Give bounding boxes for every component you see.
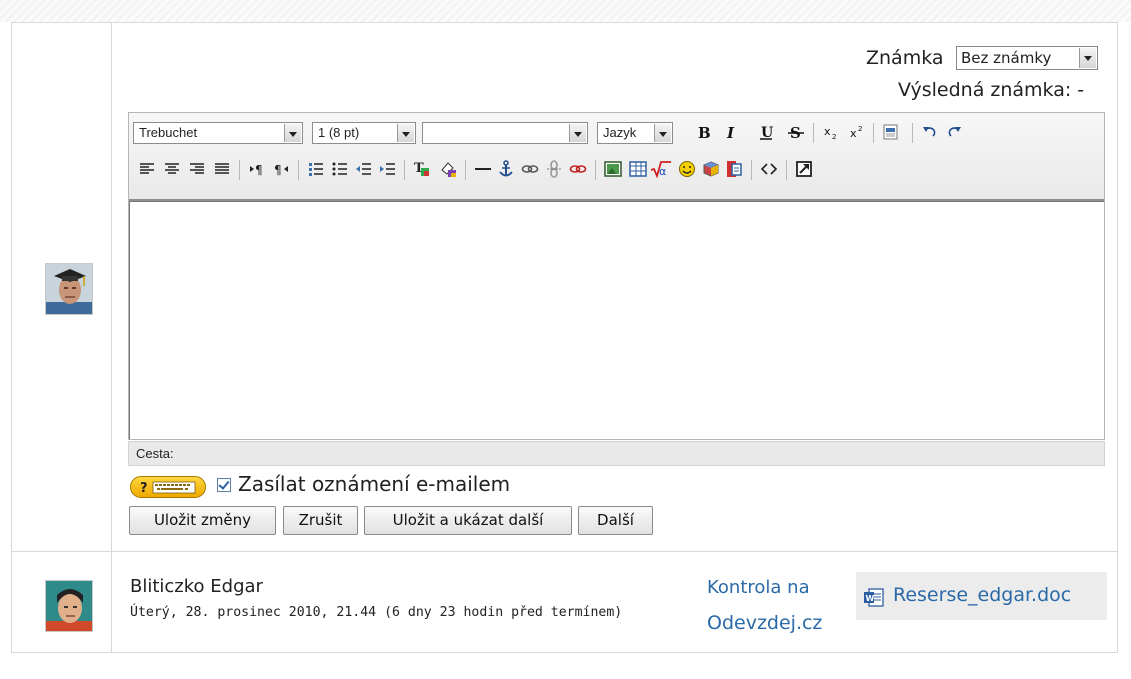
anchor-icon[interactable] (495, 158, 517, 180)
rtl-icon[interactable]: ¶ (270, 158, 292, 180)
toolbar-separator (786, 160, 787, 180)
toolbar-separator (465, 160, 466, 180)
paragraph-style-select[interactable] (422, 122, 588, 144)
redo-icon[interactable] (943, 121, 965, 143)
fullscreen-icon[interactable] (793, 158, 815, 180)
keyboard-help-icon[interactable]: ? (130, 476, 206, 498)
svg-text:¶: ¶ (274, 163, 282, 177)
student-name: Bliticzko Edgar (130, 576, 263, 597)
undo-icon[interactable] (919, 121, 941, 143)
column-divider (111, 22, 112, 653)
svg-text:I: I (726, 124, 735, 140)
cancel-button[interactable]: Zrušit (283, 506, 358, 535)
grade-select[interactable]: Bez známky (956, 46, 1098, 70)
smiley-icon[interactable] (676, 158, 698, 180)
svg-text:2: 2 (858, 125, 862, 133)
student-avatar (45, 580, 93, 632)
toolbar-separator (751, 160, 752, 180)
outdent-icon[interactable] (353, 158, 375, 180)
toolbar-separator (912, 123, 913, 143)
chevron-down-icon (284, 124, 301, 142)
link-icon[interactable] (519, 158, 541, 180)
svg-text:S: S (790, 124, 801, 140)
email-notify-label: Zasílat oznámení e-mailem (238, 472, 511, 496)
italic-icon[interactable]: I (721, 121, 743, 143)
editor-toolbar: Trebuchet 1 (8 pt) Jazyk B I U S x2 x2 ¶… (129, 113, 1104, 201)
image-icon[interactable] (602, 158, 624, 180)
search-replace-icon[interactable] (723, 158, 745, 180)
nolink-icon[interactable] (567, 158, 589, 180)
plagiarism-check-link[interactable]: Kontrola na (707, 577, 810, 598)
indent-icon[interactable] (377, 158, 399, 180)
html-source-icon[interactable] (758, 158, 780, 180)
subscript-icon[interactable]: x2 (820, 121, 842, 143)
text-color-icon[interactable]: T (411, 158, 433, 180)
final-grade: Výsledná známka: - (898, 79, 1085, 101)
toolbar-separator (404, 160, 405, 180)
svg-text:2: 2 (832, 133, 836, 140)
toolbar-separator (239, 160, 240, 180)
svg-text:?: ? (140, 481, 148, 496)
chevron-down-icon (569, 124, 586, 142)
svg-text:W: W (866, 594, 875, 603)
toolbar-separator (813, 123, 814, 143)
submission-date: Úterý, 28. prosinec 2010, 21.44 (6 dny 2… (130, 605, 623, 620)
math-icon[interactable]: α (650, 158, 672, 180)
svg-text:¶: ¶ (255, 163, 263, 177)
svg-text:α: α (659, 165, 666, 178)
align-left-icon[interactable] (136, 158, 158, 180)
font-size-value: 1 (8 pt) (318, 125, 360, 140)
ordered-list-icon[interactable] (305, 158, 327, 180)
editor-content-area[interactable] (129, 201, 1104, 439)
ltr-icon[interactable]: ¶ (246, 158, 268, 180)
editor-path-bar: Cesta: (128, 441, 1105, 466)
font-family-select[interactable]: Trebuchet (133, 122, 303, 144)
bold-icon[interactable]: B (692, 121, 714, 143)
unlink-icon[interactable] (543, 158, 565, 180)
language-value: Jazyk (603, 125, 637, 140)
grade-select-value: Bez známky (961, 49, 1052, 67)
email-notify-checkbox[interactable] (217, 478, 231, 492)
chevron-down-icon (1079, 48, 1096, 68)
chevron-down-icon (397, 124, 414, 142)
language-select[interactable]: Jazyk (597, 122, 673, 144)
toolbar-separator (595, 160, 596, 180)
background-color-icon[interactable] (437, 158, 459, 180)
font-family-value: Trebuchet (139, 125, 198, 140)
next-button[interactable]: Další (578, 506, 653, 535)
html-editor: Trebuchet 1 (8 pt) Jazyk B I U S x2 x2 ¶… (128, 112, 1105, 440)
toolbar-separator (873, 123, 874, 143)
svg-text:x: x (824, 125, 831, 138)
svg-text:B: B (698, 124, 711, 140)
unordered-list-icon[interactable] (329, 158, 351, 180)
path-label: Cesta: (136, 446, 174, 461)
grade-label: Známka (866, 47, 944, 69)
svg-text:x: x (850, 127, 857, 140)
package-icon[interactable] (700, 158, 722, 180)
word-document-icon: W (863, 588, 885, 612)
row-divider (11, 551, 1118, 552)
top-strip (0, 0, 1131, 22)
paste-word-icon[interactable] (880, 121, 902, 143)
justify-icon[interactable] (211, 158, 233, 180)
strikethrough-icon[interactable]: S (785, 121, 807, 143)
toolbar-separator (298, 160, 299, 180)
horizontal-rule-icon[interactable] (472, 158, 494, 180)
svg-text:U: U (761, 125, 773, 140)
font-size-select[interactable]: 1 (8 pt) (312, 122, 416, 144)
table-icon[interactable] (627, 158, 649, 180)
save-changes-button[interactable]: Uložit změny (129, 506, 276, 535)
chevron-down-icon (654, 124, 671, 142)
file-link[interactable]: Reserse_edgar.doc (893, 584, 1071, 606)
align-right-icon[interactable] (186, 158, 208, 180)
teacher-avatar (45, 263, 93, 315)
plagiarism-check-link-domain[interactable]: Odevzdej.cz (707, 612, 822, 634)
align-center-icon[interactable] (161, 158, 183, 180)
save-and-next-button[interactable]: Uložit a ukázat další (364, 506, 572, 535)
superscript-icon[interactable]: x2 (846, 121, 868, 143)
underline-icon[interactable]: U (755, 121, 777, 143)
